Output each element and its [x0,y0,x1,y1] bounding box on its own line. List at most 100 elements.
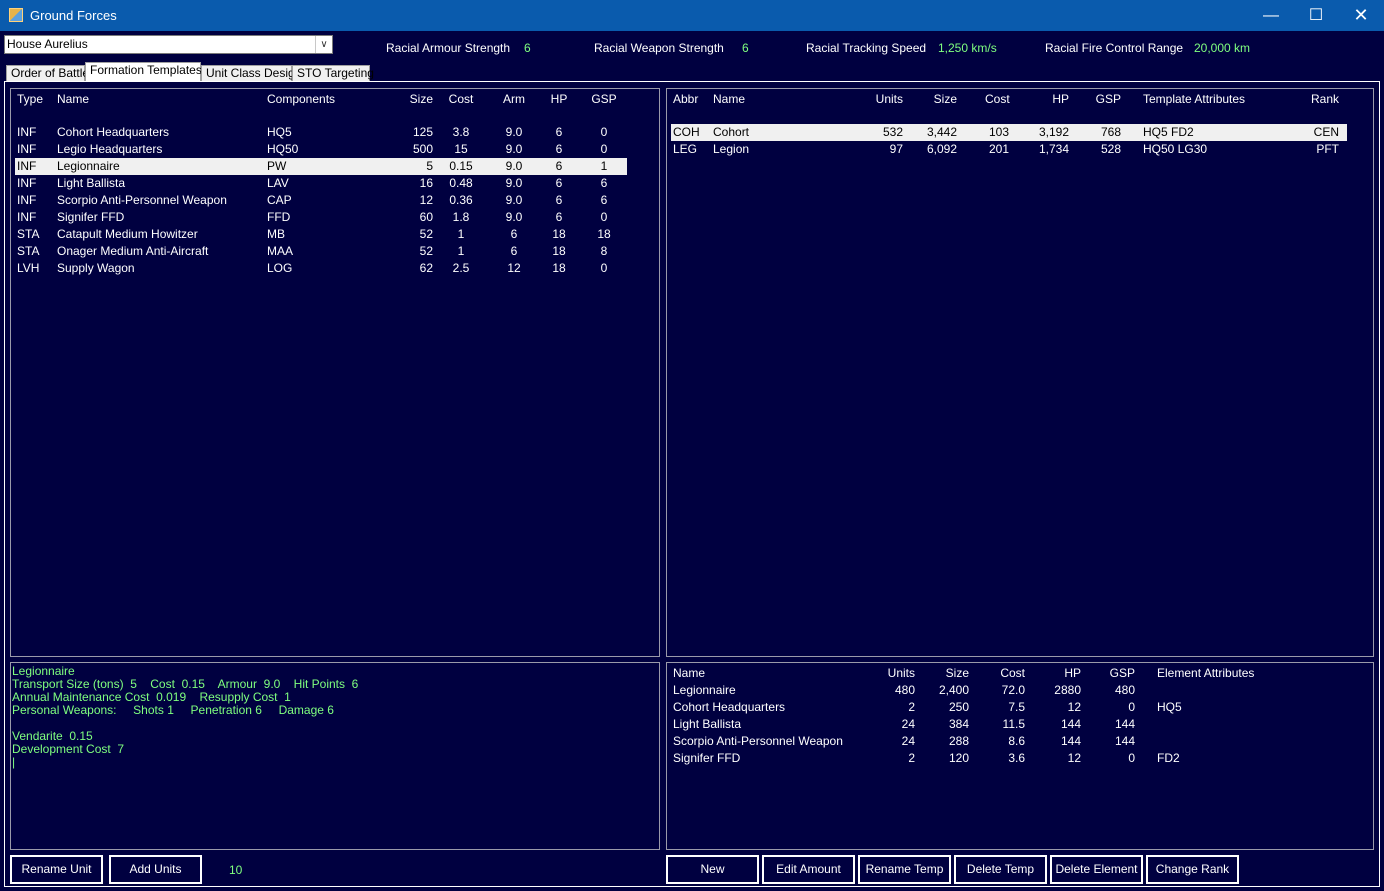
template-cell-abbr: LEG [673,142,698,156]
element-row[interactable]: Scorpio Anti-Personnel Weapon 24 288 8.6 144… [671,733,1361,750]
close-button[interactable]: ✕ [1338,0,1384,31]
maximize-button[interactable]: ☐ [1293,0,1339,31]
unit-class-cell-gsp: 1 [600,159,608,173]
element-cell-name: Signifer FFD [673,751,741,765]
unit-class-header-arm[interactable]: Arm [493,91,535,108]
unit-class-row[interactable]: INF Legio Headquarters HQ50 500 15 9.0 6 0 [15,141,627,158]
unit-class-cell-name: Scorpio Anti-Personnel Weapon [57,193,227,207]
unit-class-row[interactable]: LVH Supply Wagon LOG 62 2.5 12 18 0 [15,260,627,277]
unit-class-list[interactable]: Type Name Components Size Cost Arm HP GSP INF Co… [10,88,660,657]
unit-class-cell-name: Onager Medium Anti-Aircraft [57,244,209,258]
rename-template-button[interactable]: Rename Temp [858,855,951,884]
chevron-down-icon[interactable]: ∨ [315,36,332,53]
unit-class-row[interactable]: STA Onager Medium Anti-Aircraft MAA 52 1 6 18 8 [15,243,627,260]
template-header-cost[interactable]: Cost [985,91,1010,108]
unit-class-header-cost[interactable]: Cost [443,91,479,108]
unit-class-row[interactable]: STA Catapult Medium Howitzer MB 52 1 6 18 18 [15,226,627,243]
tab-order-of-battle[interactable]: Order of Battle [6,65,89,82]
element-row[interactable]: Signifer FFD 2 120 3.6 12 0 FD2 [671,750,1361,767]
unit-class-row[interactable]: INF Legionnaire PW 5 0.15 9.0 6 1 [15,158,627,175]
unit-class-row[interactable]: INF Light Ballista LAV 16 0.48 9.0 6 6 [15,175,627,192]
change-rank-button[interactable]: Change Rank [1146,855,1239,884]
racial-armour-label: Racial Armour Strength [386,41,511,55]
minimize-button[interactable]: — [1248,0,1294,31]
edit-amount-button[interactable]: Edit Amount [762,855,855,884]
unit-class-cell-size: 125 [412,125,433,139]
template-header-hp[interactable]: HP [1027,91,1069,108]
template-header-name[interactable]: Name [713,91,833,108]
unit-class-cell-components: CAP [267,193,292,207]
unit-class-cell-hp: 6 [555,176,563,190]
title-bar: Ground Forces — ☐ ✕ [0,0,1384,31]
element-cell-units: 2 [908,700,915,714]
template-header-units[interactable]: Units [863,91,903,108]
element-row[interactable]: Legionnaire 480 2,400 72.0 2880 480 [671,682,1361,699]
unit-class-header-size[interactable]: Size [391,91,433,108]
template-header-size[interactable]: Size [915,91,957,108]
race-dropdown[interactable]: House Aurelius ∨ [4,35,333,54]
unit-info-line: Development Cost 7 [12,742,125,756]
add-units-button[interactable]: Add Units [109,855,202,884]
tab-sto-targeting[interactable]: STO Targeting [292,65,374,82]
template-row[interactable]: LEG Legion 97 6,092 201 1,734 528 HQ50 LG30 PFT [671,141,1347,158]
unit-class-cell-hp: 18 [552,227,566,241]
element-row[interactable]: Cohort Headquarters 2 250 7.5 12 0 HQ5 [671,699,1361,716]
unit-class-cell-name: Signifer FFD [57,210,125,224]
unit-class-cell-cost: 1 [457,244,465,258]
formation-template-header: Abbr Name Units Size Cost HP GSP Template Attri… [667,91,1373,108]
template-cell-template-attributes: HQ50 LG30 [1143,142,1208,156]
template-cell-units: 532 [882,125,903,139]
unit-class-cell-hp: 6 [555,125,563,139]
template-header-template-attributes[interactable]: Template Attributes [1143,91,1283,108]
template-header-abbr[interactable]: Abbr [673,91,713,108]
element-header-units[interactable]: Units [885,665,915,682]
unit-class-cell-size: 52 [419,227,433,241]
template-cell-abbr: COH [673,125,700,139]
new-template-button[interactable]: New [666,855,759,884]
template-row[interactable]: COH Cohort 532 3,442 103 3,192 768 HQ5 FD2 CEN [671,124,1347,141]
template-element-list[interactable]: Name Units Size Cost HP GSP Element Attributes… [666,662,1374,850]
rename-unit-button[interactable]: Rename Unit [10,855,103,884]
unit-class-cell-type: LVH [17,261,40,275]
add-units-amount[interactable]: 10 [229,863,242,877]
element-cell-gsp: 0 [1128,700,1135,714]
element-cell-size: 384 [948,717,969,731]
unit-class-cell-gsp: 0 [600,125,608,139]
unit-class-cell-size: 500 [412,142,433,156]
unit-class-cell-cost: 0.36 [449,193,473,207]
tab-unit-class-design[interactable]: Unit Class Design [201,65,301,82]
element-header-hp[interactable]: HP [1051,665,1081,682]
unit-class-cell-size: 16 [419,176,433,190]
unit-info-text[interactable]: Legionnaire Transport Size (tons) 5 Cost … [12,665,358,769]
unit-class-header-type[interactable]: Type [17,91,57,108]
unit-class-header-gsp[interactable]: GSP [583,91,625,108]
unit-class-row[interactable]: INF Cohort Headquarters HQ5 125 3.8 9.0 6 0 [15,124,627,141]
unit-class-header-name[interactable]: Name [57,91,257,108]
delete-template-button[interactable]: Delete Temp [954,855,1047,884]
element-header-element-attributes[interactable]: Element Attributes [1157,665,1297,682]
element-header-gsp[interactable]: GSP [1105,665,1135,682]
unit-class-header-components[interactable]: Components [267,91,347,108]
unit-class-row[interactable]: INF Scorpio Anti-Personnel Weapon CAP 12 0.3… [15,192,627,209]
unit-class-row[interactable]: INF Signifer FFD FFD 60 1.8 9.0 6 0 [15,209,627,226]
unit-class-header-hp[interactable]: HP [541,91,577,108]
delete-element-button[interactable]: Delete Element [1050,855,1143,884]
element-header-size[interactable]: Size [937,665,969,682]
element-header-cost[interactable]: Cost [997,665,1025,682]
unit-class-cell-cost: 1.8 [452,210,470,224]
element-row[interactable]: Light Ballista 24 384 11.5 144 144 [671,716,1361,733]
element-cell-hp: 12 [1067,751,1081,765]
unit-class-cell-name: Catapult Medium Howitzer [57,227,198,241]
element-cell-units: 2 [908,751,915,765]
unit-class-cell-type: INF [17,142,37,156]
element-header-name[interactable]: Name [673,665,873,682]
template-cell-name: Legion [713,142,750,156]
template-header-rank[interactable]: Rank [1295,91,1339,108]
unit-class-cell-cost: 3.8 [452,125,470,139]
formation-template-list[interactable]: Abbr Name Units Size Cost HP GSP Template Attri… [666,88,1374,657]
unit-class-cell-components: HQ50 [267,142,299,156]
tab-formation-templates[interactable]: Formation Templates [85,62,202,82]
unit-class-cell-components: PW [267,159,287,173]
element-cell-size: 2,400 [938,683,969,697]
template-header-gsp[interactable]: GSP [1091,91,1121,108]
